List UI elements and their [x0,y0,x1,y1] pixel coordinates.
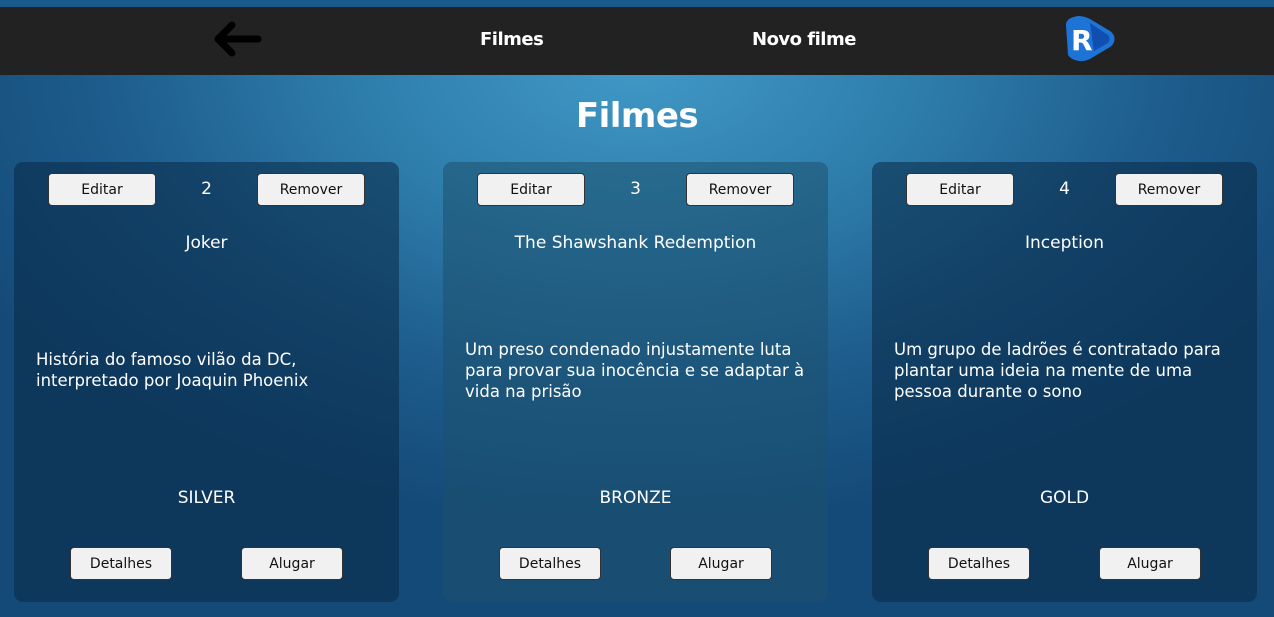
movie-card: Editar 3 Remover The Shawshank Redemptio… [443,162,828,602]
remove-button[interactable]: Remover [686,173,794,206]
movie-list: Editar 2 Remover Joker História do famos… [0,162,1274,602]
movie-description: História do famoso vilão da DC, interpre… [36,350,309,390]
movie-tier: GOLD [1039,488,1090,508]
movie-tier: SILVER [177,488,236,508]
details-button[interactable]: Detalhes [70,547,172,580]
edit-button[interactable]: Editar [906,173,1014,206]
top-strip [0,0,1274,7]
movie-title: Joker [185,233,228,253]
remove-button[interactable]: Remover [257,173,365,206]
movie-description: Um preso condenado injustamente luta par… [465,340,805,401]
movie-id: 3 [630,179,641,199]
remove-button[interactable]: Remover [1115,173,1223,206]
details-button[interactable]: Detalhes [928,547,1030,580]
movie-id: 2 [201,179,212,199]
movie-card: Editar 2 Remover Joker História do famos… [14,162,399,602]
rent-button[interactable]: Alugar [1099,547,1201,580]
edit-button[interactable]: Editar [477,173,585,206]
svg-text:R: R [1071,24,1093,57]
movie-tier: BRONZE [599,488,672,508]
nav-link-filmes[interactable]: Filmes [480,29,544,50]
rent-button[interactable]: Alugar [670,547,772,580]
movie-id: 4 [1059,179,1070,199]
details-button[interactable]: Detalhes [499,547,601,580]
nav-link-novo-filme[interactable]: Novo filme [752,29,856,50]
page-title: Filmes [575,96,699,136]
navbar: Filmes Novo filme R [0,7,1274,75]
back-button[interactable] [208,21,268,57]
movie-title: The Shawshank Redemption [514,233,757,253]
logo-icon: R [1066,15,1115,62]
app-logo[interactable]: R [1060,13,1116,65]
edit-button[interactable]: Editar [48,173,156,206]
rent-button[interactable]: Alugar [241,547,343,580]
movie-card: Editar 4 Remover Inception Um grupo de l… [872,162,1257,602]
movie-title: Inception [1025,233,1104,253]
arrow-left-icon [214,21,262,57]
movie-description: Um grupo de ladrões é contratado para pl… [894,340,1221,401]
